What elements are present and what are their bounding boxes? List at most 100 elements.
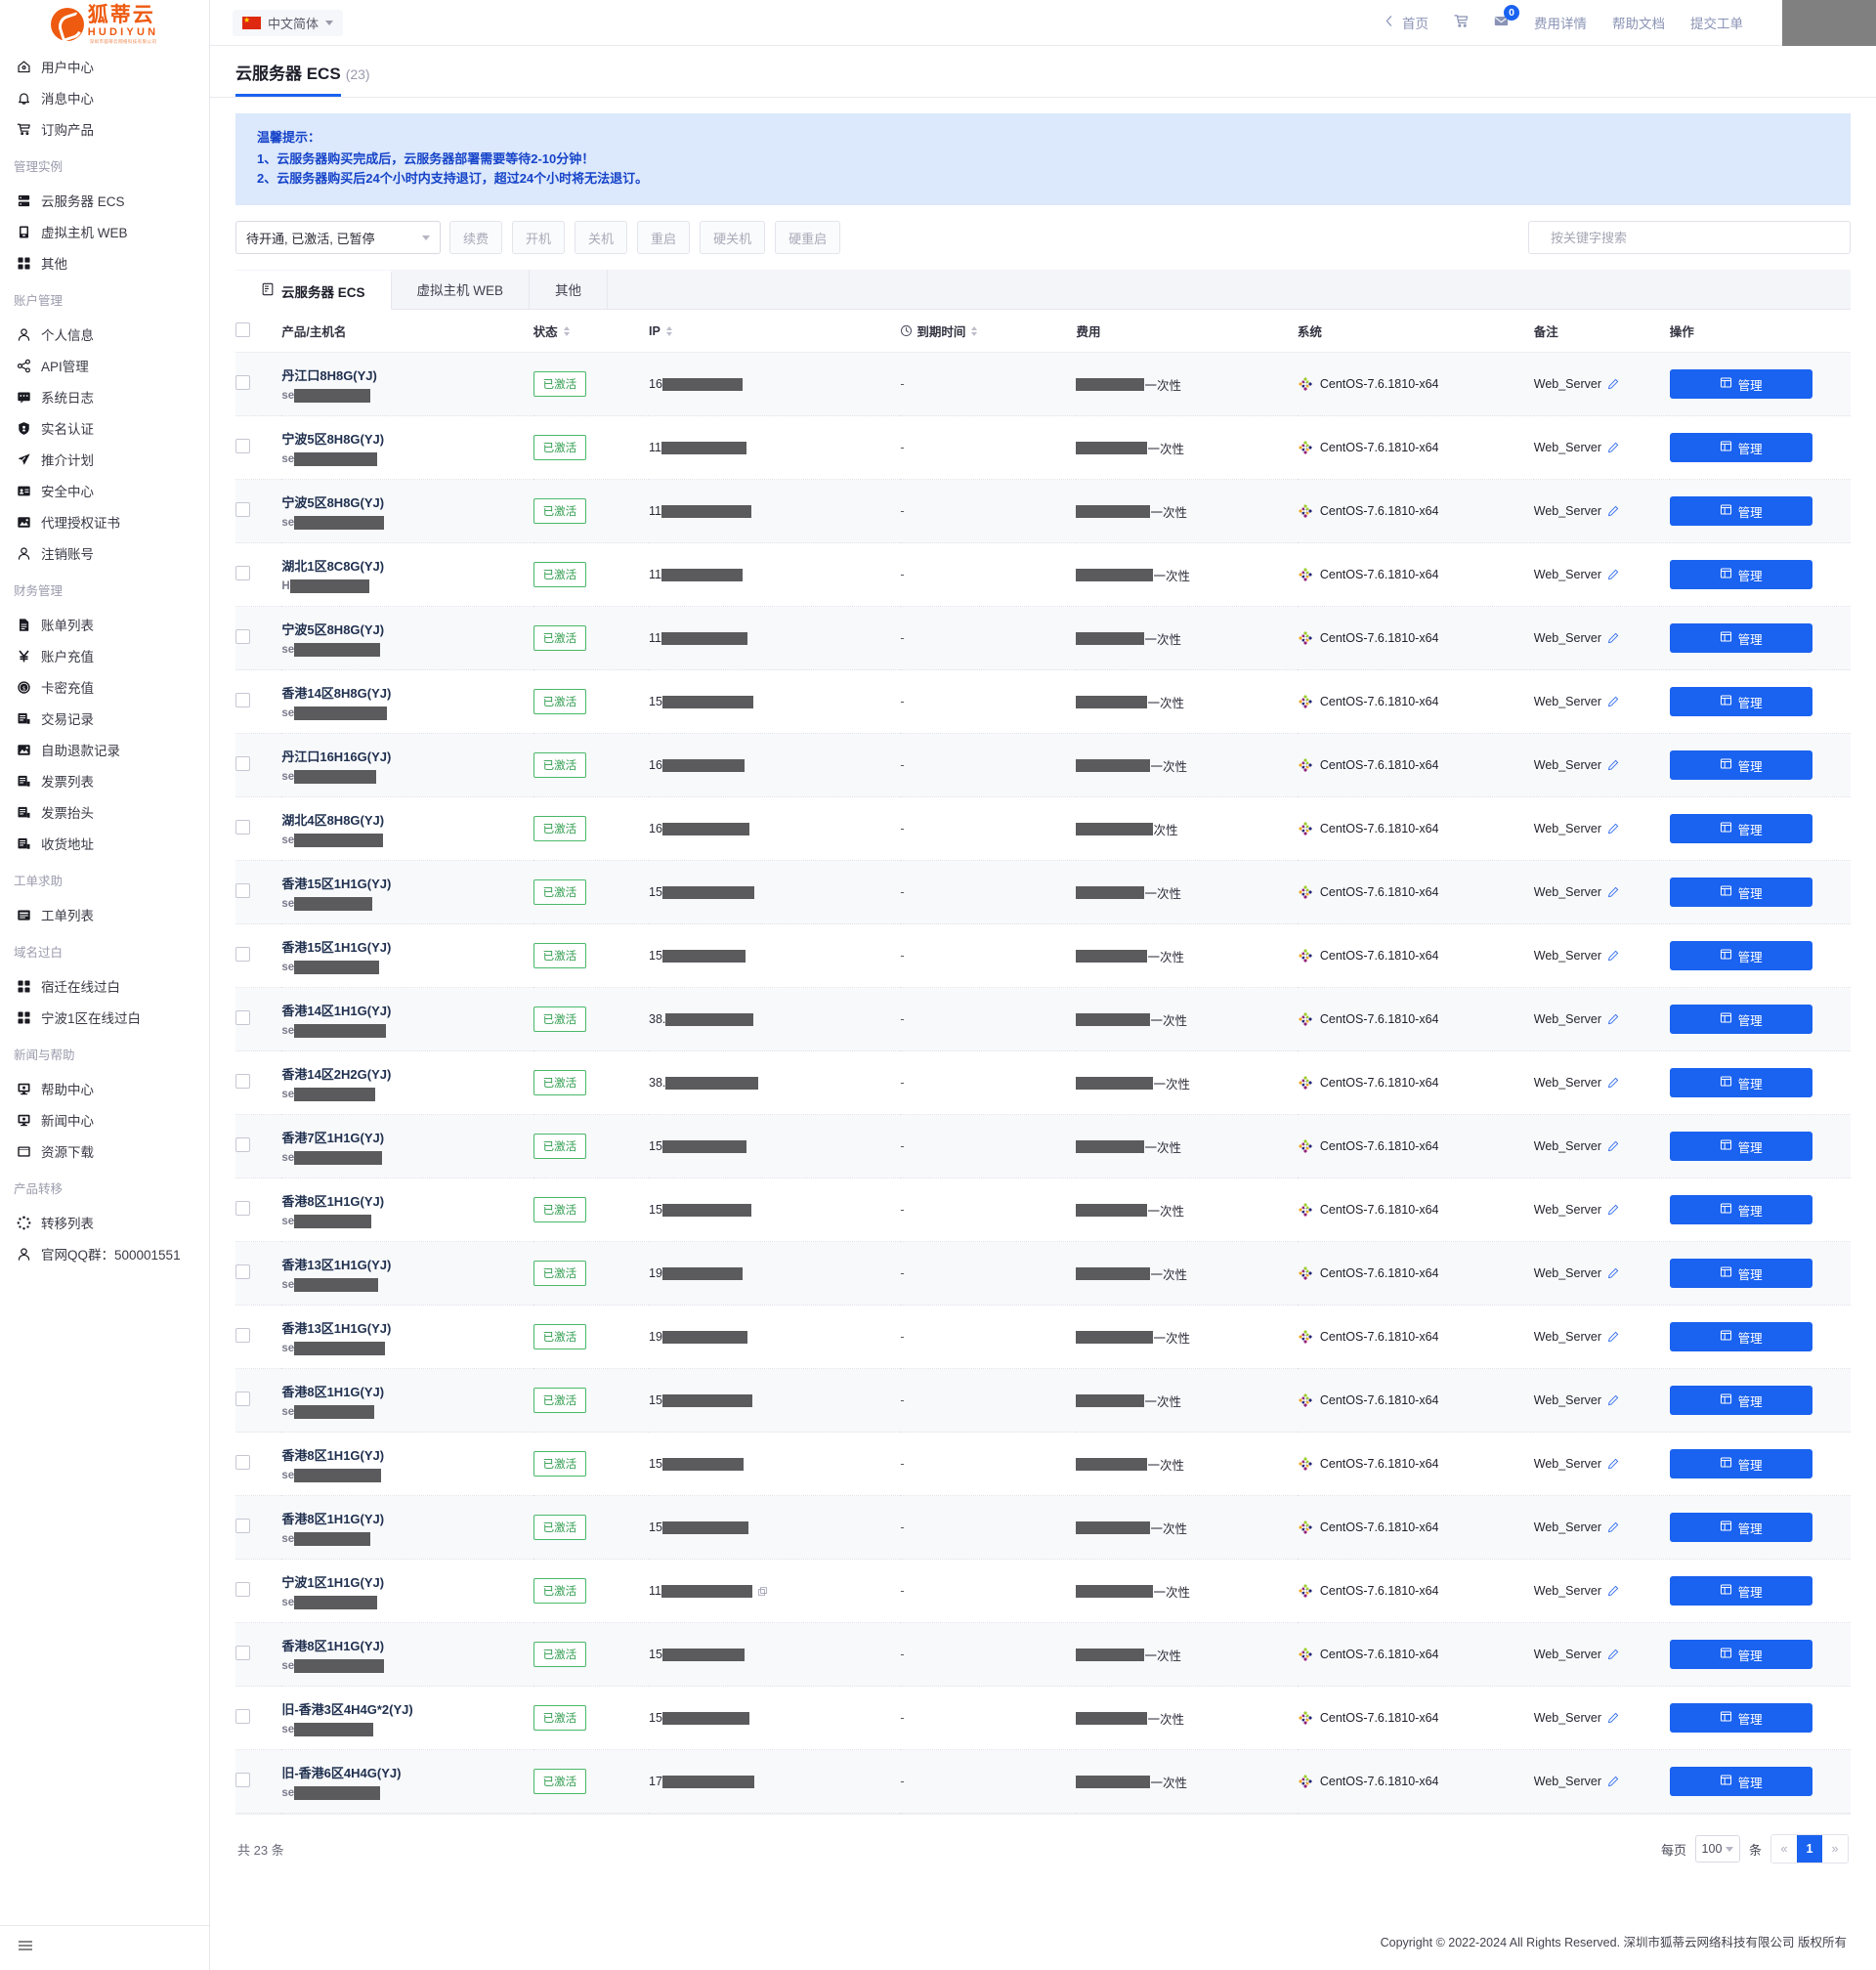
manage-button[interactable]: 管理: [1669, 750, 1812, 781]
per-page-select[interactable]: 100: [1694, 1835, 1740, 1863]
col-expire[interactable]: 到期时间: [900, 310, 1077, 354]
edit-pencil-icon[interactable]: [1607, 950, 1619, 962]
col-status[interactable]: 状态: [533, 310, 650, 354]
renew-button[interactable]: 续费: [449, 221, 503, 255]
cart-link[interactable]: [1454, 14, 1469, 31]
sidebar-item-29[interactable]: 宁波1区在线过白: [0, 1002, 209, 1033]
manage-button[interactable]: 管理: [1669, 814, 1812, 844]
row-checkbox[interactable]: [235, 1773, 250, 1788]
edit-pencil-icon[interactable]: [1607, 569, 1619, 580]
status-filter-select[interactable]: 待开通, 已激活, 已暂停: [235, 221, 441, 255]
sidebar-item-5[interactable]: 虚拟主机 WEB: [0, 216, 209, 247]
manage-button[interactable]: 管理: [1669, 1132, 1812, 1162]
sidebar-item-33[interactable]: 资源下载: [0, 1135, 209, 1167]
tab-ecs[interactable]: 云服务器 ECS: [235, 271, 392, 311]
manage-button[interactable]: 管理: [1669, 687, 1812, 717]
submit-ticket-link[interactable]: 提交工单: [1690, 13, 1743, 32]
sidebar-item-8[interactable]: 个人信息: [0, 319, 209, 350]
edit-pencil-icon[interactable]: [1607, 1204, 1619, 1216]
edit-pencil-icon[interactable]: [1607, 1458, 1619, 1470]
table-row[interactable]: 香港8区1H1G(YJ) se 已激活 15 - 一次性 CentOS-7.6.1810-x…: [235, 1495, 1851, 1560]
sidebar-item-4[interactable]: 云服务器 ECS: [0, 185, 209, 216]
page-number-1[interactable]: 1: [1797, 1835, 1822, 1863]
table-row[interactable]: 香港7区1H1G(YJ) se 已激活 15 - 一次性 CentOS-7.6.1810-x…: [235, 1114, 1851, 1178]
table-row[interactable]: 宁波1区1H1G(YJ) se 已激活 11 - 一次性 CentOS-7.6.1810-x…: [235, 1559, 1851, 1623]
restart-button[interactable]: 重启: [637, 221, 691, 255]
table-row[interactable]: 香港15区1H1G(YJ) se 已激活 15 - 一次性 CentOS-7.6.1810-…: [235, 923, 1851, 988]
edit-pencil-icon[interactable]: [1607, 632, 1619, 644]
manage-button[interactable]: 管理: [1669, 1068, 1812, 1098]
row-checkbox[interactable]: [235, 883, 250, 899]
sidebar-item-17[interactable]: 账单列表: [0, 609, 209, 640]
edit-pencil-icon[interactable]: [1607, 1013, 1619, 1025]
edit-pencil-icon[interactable]: [1607, 1077, 1619, 1089]
table-row[interactable]: 香港13区1H1G(YJ) se 已激活 19 - 一次性 CentOS-7.6.1810-…: [235, 1241, 1851, 1306]
row-checkbox[interactable]: [235, 1646, 250, 1661]
sidebar-item-31[interactable]: 帮助中心: [0, 1073, 209, 1104]
sidebar-item-24[interactable]: 收货地址: [0, 828, 209, 859]
sidebar-item-11[interactable]: 实名认证: [0, 412, 209, 444]
sidebar-item-23[interactable]: 发票抬头: [0, 796, 209, 828]
manage-button[interactable]: 管理: [1669, 1703, 1812, 1734]
search-input[interactable]: [1549, 229, 1839, 246]
message-link[interactable]: 0: [1494, 5, 1519, 31]
fee-detail-link[interactable]: 费用详情: [1534, 13, 1587, 32]
row-checkbox[interactable]: [235, 566, 250, 581]
sidebar-item-22[interactable]: 发票列表: [0, 765, 209, 796]
row-checkbox[interactable]: [235, 502, 250, 518]
col-ip[interactable]: IP: [649, 310, 901, 354]
row-checkbox[interactable]: [235, 693, 250, 708]
sidebar-item-12[interactable]: 推介计划: [0, 444, 209, 475]
sidebar-item-21[interactable]: 自助退款记录: [0, 734, 209, 765]
row-checkbox[interactable]: [235, 1392, 250, 1407]
edit-pencil-icon[interactable]: [1607, 1331, 1619, 1343]
edit-pencil-icon[interactable]: [1607, 823, 1619, 835]
table-row[interactable]: 丹江口8H8G(YJ) se 已激活 16 - 一次性 CentOS-7.6.1810-x6…: [235, 352, 1851, 416]
row-checkbox[interactable]: [235, 1709, 250, 1725]
manage-button[interactable]: 管理: [1669, 433, 1812, 463]
sidebar-item-36[interactable]: 官网QQ群：500001551: [0, 1238, 209, 1269]
manage-button[interactable]: 管理: [1669, 941, 1812, 971]
help-doc-link[interactable]: 帮助文档: [1612, 13, 1665, 32]
tab-web[interactable]: 虚拟主机 WEB: [391, 270, 531, 310]
edit-pencil-icon[interactable]: [1607, 886, 1619, 898]
manage-button[interactable]: 管理: [1669, 1767, 1812, 1797]
manage-button[interactable]: 管理: [1669, 623, 1812, 654]
sidebar-item-35[interactable]: 转移列表: [0, 1207, 209, 1238]
manage-button[interactable]: 管理: [1669, 1449, 1812, 1479]
edit-pencil-icon[interactable]: [1607, 1267, 1619, 1279]
table-row[interactable]: 香港8区1H1G(YJ) se 已激活 15 - 一次性 CentOS-7.6.1810-x…: [235, 1622, 1851, 1687]
edit-pencil-icon[interactable]: [1607, 505, 1619, 517]
manage-button[interactable]: 管理: [1669, 1640, 1812, 1670]
table-row[interactable]: 香港8区1H1G(YJ) se 已激活 15 - 一次性 CentOS-7.6.1810-x…: [235, 1368, 1851, 1433]
edit-pencil-icon[interactable]: [1607, 1585, 1619, 1597]
manage-button[interactable]: 管理: [1669, 1386, 1812, 1416]
sidebar-item-10[interactable]: 系统日志: [0, 381, 209, 412]
row-checkbox[interactable]: [235, 629, 250, 645]
select-all-checkbox[interactable]: [235, 321, 250, 337]
sidebar-item-32[interactable]: 新闻中心: [0, 1104, 209, 1135]
edit-pencil-icon[interactable]: [1607, 759, 1619, 771]
manage-button[interactable]: 管理: [1669, 1322, 1812, 1352]
force-restart-button[interactable]: 硬重启: [775, 221, 841, 255]
row-checkbox[interactable]: [235, 947, 250, 963]
manage-button[interactable]: 管理: [1669, 878, 1812, 908]
sidebar-collapse-bar[interactable]: [0, 1925, 209, 1970]
home-link[interactable]: 首页: [1385, 13, 1428, 32]
table-row[interactable]: 香港14区2H2G(YJ) se 已激活 38. - 一次性 CentOS-7.6.1810…: [235, 1050, 1851, 1115]
table-row[interactable]: 宁波5区8H8G(YJ) se 已激活 11 - 一次性 CentOS-7.6.1810-x…: [235, 479, 1851, 543]
edit-pencil-icon[interactable]: [1607, 1649, 1619, 1660]
edit-pencil-icon[interactable]: [1607, 1776, 1619, 1787]
sidebar-item-0[interactable]: 用户中心: [0, 51, 209, 82]
sidebar-item-9[interactable]: API管理: [0, 350, 209, 381]
manage-button[interactable]: 管理: [1669, 560, 1812, 590]
page-prev-button[interactable]: «: [1771, 1835, 1797, 1863]
sidebar-item-28[interactable]: 宿迁在线过白: [0, 970, 209, 1002]
sort-expire-icon[interactable]: [971, 325, 978, 336]
row-checkbox[interactable]: [235, 1074, 250, 1090]
edit-pencil-icon[interactable]: [1607, 696, 1619, 707]
power-on-button[interactable]: 开机: [512, 221, 566, 255]
row-checkbox[interactable]: [235, 1328, 250, 1344]
table-row[interactable]: 旧-香港6区4H4G(YJ) se 已激活 17 - 一次性 CentOS-7.6.1810…: [235, 1749, 1851, 1814]
sidebar-item-13[interactable]: 安全中心: [0, 475, 209, 506]
